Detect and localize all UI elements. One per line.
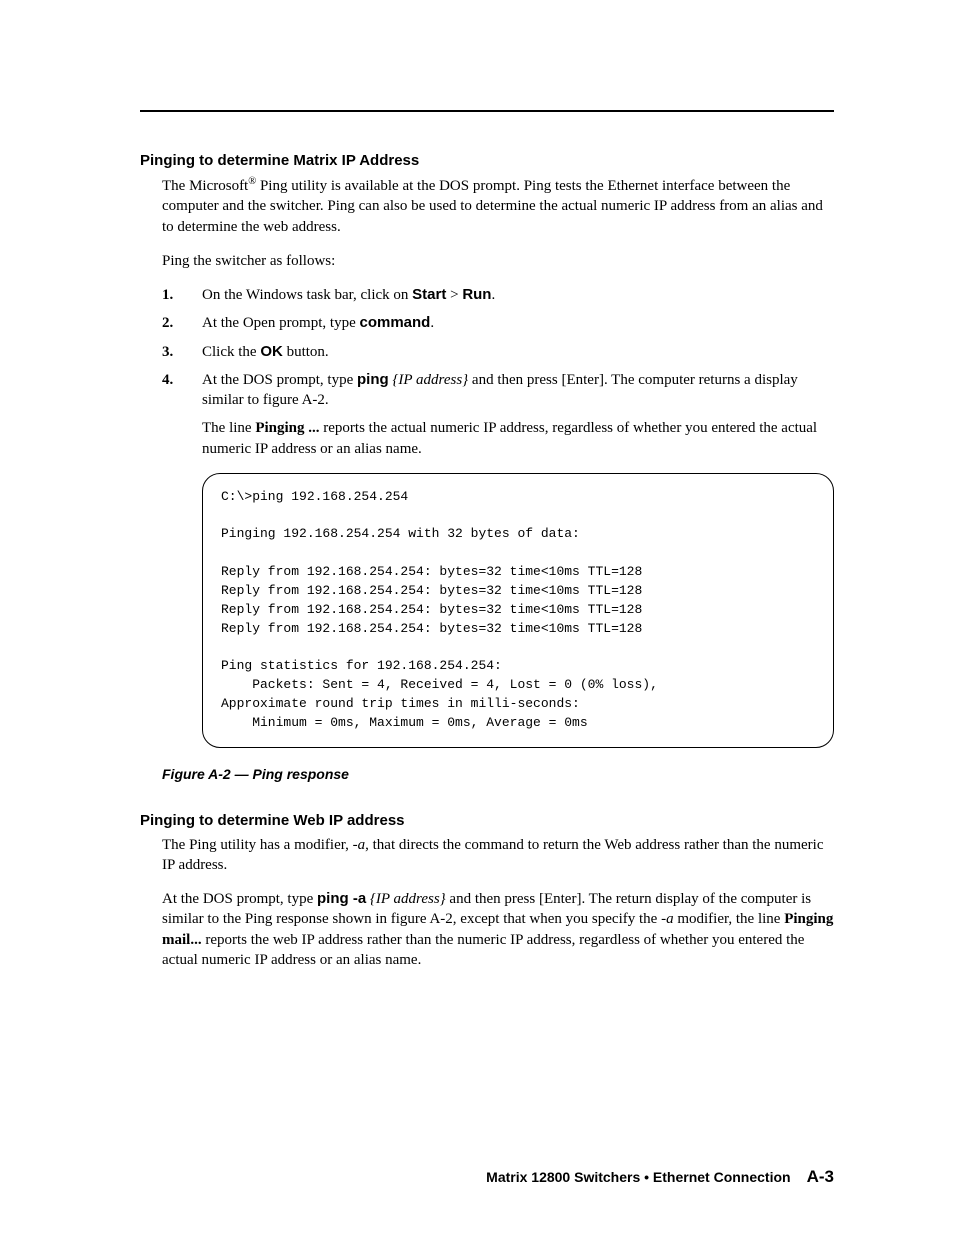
figure-caption: Figure A-2 — Ping response [162,766,834,782]
section-1-note: The line Pinging ... reports the actual … [202,418,834,459]
section-2-para-2: At the DOS prompt, type ping -a {IP addr… [162,889,834,970]
step-text: At the DOS prompt, type ping {IP address… [202,370,834,411]
section-1-para-1: The Microsoft® Ping utility is available… [162,175,834,237]
step-3: 3. Click the OK button. [162,342,834,362]
step-text: At the Open prompt, type command. [202,313,834,333]
page-footer: Matrix 12800 Switchers • Ethernet Connec… [486,1167,834,1187]
step-1: 1. On the Windows task bar, click on Sta… [162,285,834,305]
text: Ping utility is available at the DOS pro… [162,178,823,235]
header-rule [140,110,834,112]
step-text: Click the OK button. [202,342,834,362]
step-text: On the Windows task bar, click on Start … [202,285,834,305]
section-1-para-2: Ping the switcher as follows: [162,251,834,271]
footer-text: Matrix 12800 Switchers • Ethernet Connec… [486,1169,790,1185]
ping-output-box: C:\>ping 192.168.254.254 Pinging 192.168… [202,473,834,748]
step-number: 3. [162,342,202,362]
page-number: A-3 [807,1167,834,1186]
section-2-para-1: The Ping utility has a modifier, -a, tha… [162,835,834,876]
page: Pinging to determine Matrix IP Address T… [0,0,954,1235]
step-4: 4. At the DOS prompt, type ping {IP addr… [162,370,834,411]
section-2-heading: Pinging to determine Web IP address [140,812,834,829]
step-2: 2. At the Open prompt, type command. [162,313,834,333]
step-number: 2. [162,313,202,333]
step-number: 1. [162,285,202,305]
section-1-heading: Pinging to determine Matrix IP Address [140,152,834,169]
step-number: 4. [162,370,202,411]
text: The Microsoft [162,178,248,194]
